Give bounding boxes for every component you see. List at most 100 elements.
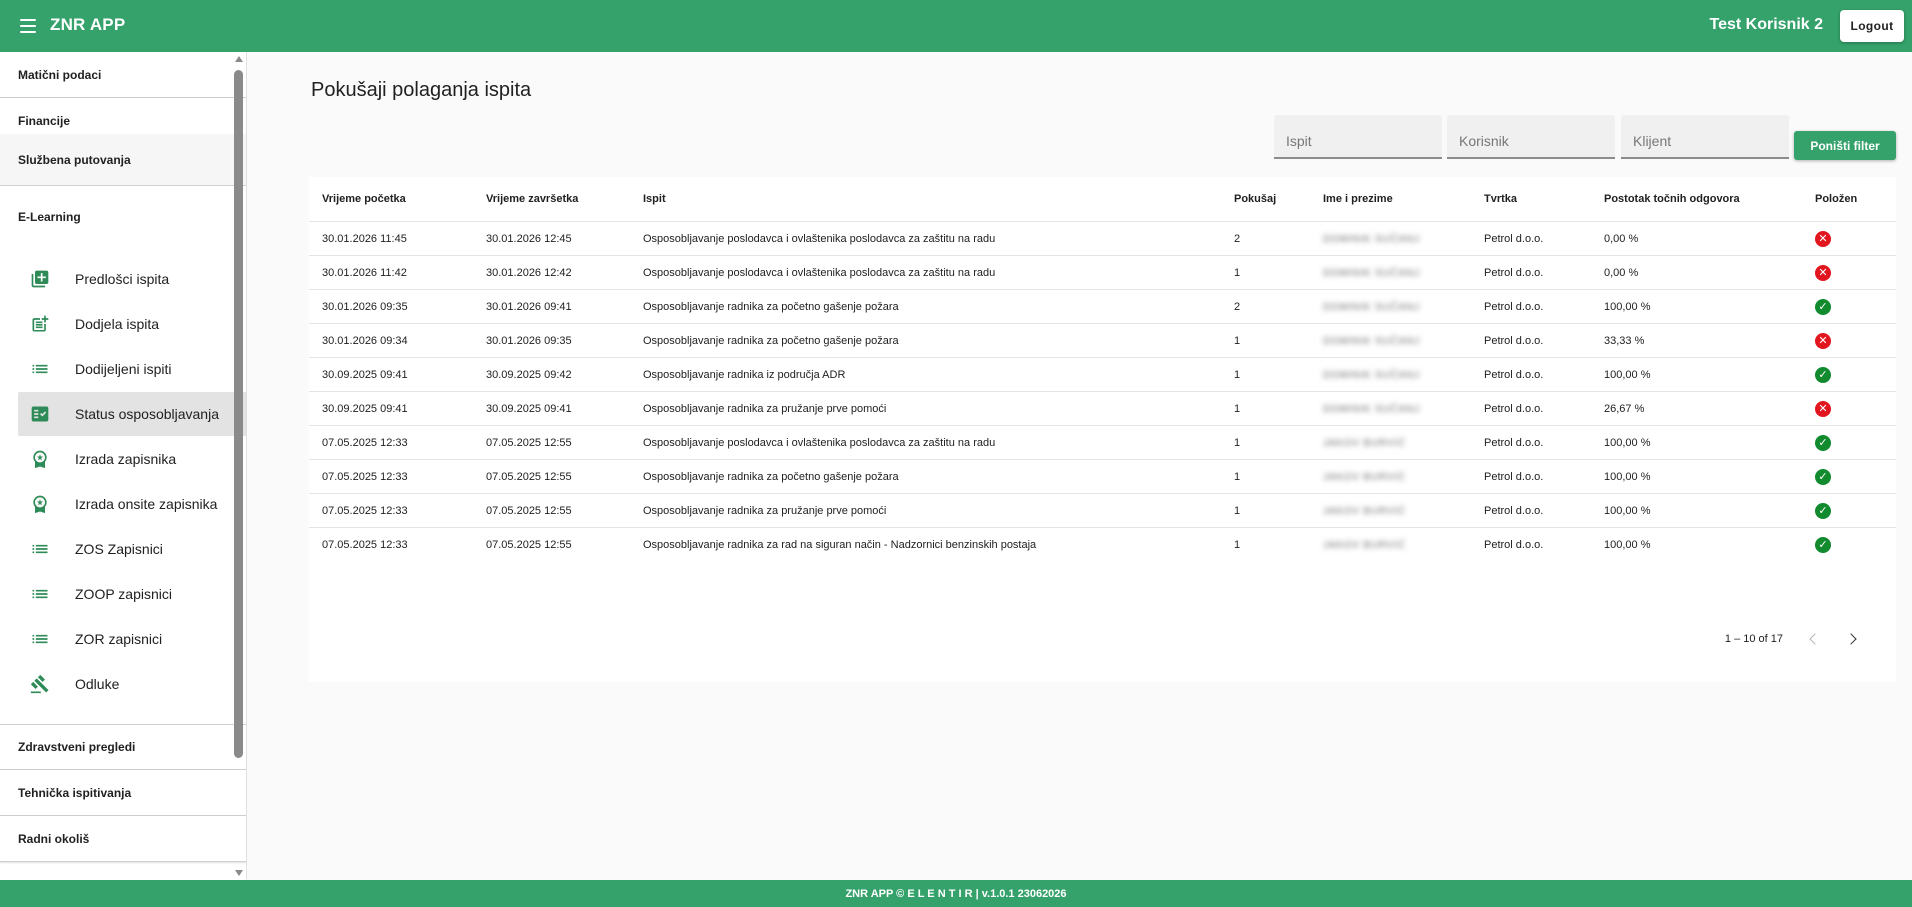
percentage-cell: 26,67 % [1604,403,1645,415]
column-header-company[interactable]: Tvrtka [1484,177,1517,221]
full-name-cell: DOMINIK SUČANJ [1323,290,1420,324]
sidebar: Matični podaci Financije Službena putova… [0,52,247,880]
sidebar-section-zdravstveni-pregledi[interactable]: Zdravstveni pregledi [0,724,246,770]
table-row[interactable]: 07.05.2025 12:33 07.05.2025 12:55 Osposobl… [309,425,1896,459]
sidebar-item-predlosci-ispita[interactable]: Predlošci ispita [18,257,246,301]
percentage-cell: 100,00 % [1604,301,1651,313]
redacted-name: JAKOV BURVIĆ [1323,539,1406,551]
passed-cell: ✕ [1815,324,1831,358]
full-name-cell: JAKOV BURVIĆ [1323,426,1406,460]
workspace-premium-icon [33,495,47,514]
table-row[interactable]: 07.05.2025 12:33 07.05.2025 12:55 Osposobl… [309,493,1896,527]
full-name-cell: DOMINIK SUČANJ [1323,392,1420,426]
sidebar-item-zoop-zapisnici[interactable]: ZOOP zapisnici [18,572,246,616]
exam-attempts-table: Vrijeme početka Vrijeme završetka Ispit … [309,177,1896,682]
check-circle-icon: ✓ [1815,299,1831,315]
sidebar-item-status-osposobljavanja[interactable]: Status osposobljavanja [18,392,246,436]
column-header-exam[interactable]: Ispit [643,177,666,221]
sidebar-section-tehnicka-ispitivanja[interactable]: Tehnička ispitivanja [0,770,246,816]
attempt-cell: 2 [1234,233,1241,245]
exam-filter-field[interactable] [1274,115,1442,159]
sidebar-item-dodijeljeni-ispiti[interactable]: Dodijeljeni ispiti [18,347,246,391]
scroll-down-arrow-icon[interactable] [235,870,243,876]
company-cell: Petrol d.o.o. [1484,233,1544,245]
start-time-cell: 07.05.2025 12:33 [322,505,408,517]
end-time-cell: 07.05.2025 12:55 [486,437,572,449]
nav-label: Dodijeljeni ispiti [75,361,172,377]
table-row[interactable]: 30.01.2026 11:42 30.01.2026 12:42 Osposobl… [309,255,1896,289]
column-header-attempt[interactable]: Pokušaj [1234,177,1276,221]
start-time-cell: 07.05.2025 12:33 [322,437,408,449]
nav-label: Odluke [75,676,120,692]
sidebar-item-zos-zapisnici[interactable]: ZOS Zapisnici [18,527,246,571]
company-cell: Petrol d.o.o. [1484,505,1544,517]
check-circle-icon: ✓ [1815,503,1831,519]
scroll-up-arrow-icon[interactable] [235,56,243,62]
section-label: E-Learning [18,210,81,224]
sidebar-item-izrada-zapisnika[interactable]: Izrada zapisnika [18,437,246,481]
user-filter-input[interactable] [1447,115,1615,157]
sidebar-item-izrada-onsite-zapisnika[interactable]: Izrada onsite zapisnika [18,482,246,526]
start-time-cell: 30.01.2026 09:34 [322,335,408,347]
sidebar-section-e-learning[interactable]: E-Learning [0,186,246,248]
column-header-start-time[interactable]: Vrijeme početka [322,177,406,221]
sidebar-item-odluke[interactable]: Odluke [18,662,246,706]
sidebar-item-dodjela-ispita[interactable]: Dodjela ispita [18,302,246,346]
exam-cell: Osposobljavanje radnika za početno gašen… [643,301,899,313]
redacted-name: DOMINIK SUČANJ [1323,403,1420,415]
column-header-end-time[interactable]: Vrijeme završetka [486,177,578,221]
section-label: Financije [18,113,71,128]
check-circle-icon: ✓ [1815,435,1831,451]
exam-cell: Osposobljavanje radnika za pružanje prve… [643,505,887,517]
table-row[interactable]: 30.09.2025 09:41 30.09.2025 09:42 Osposobl… [309,357,1896,391]
table-row[interactable]: 30.01.2026 09:35 30.01.2026 09:41 Osposobl… [309,289,1896,323]
exam-cell: Osposobljavanje poslodavca i ovlaštenika… [643,267,996,279]
nav-label: ZOOP zapisnici [75,586,172,602]
start-time-cell: 30.01.2026 11:42 [322,267,407,279]
percentage-cell: 0,00 % [1604,267,1639,279]
previous-page-icon[interactable] [1805,631,1821,647]
sidebar-scrollbar[interactable] [234,52,244,880]
redacted-name: DOMINIK SUČANJ [1323,301,1420,313]
sidebar-item-zor-zapisnici[interactable]: ZOR zapisnici [18,617,246,661]
next-page-icon[interactable] [1845,631,1861,647]
exam-cell: Osposobljavanje poslodavca i ovlaštenika… [643,437,996,449]
user-filter-field[interactable] [1447,115,1615,159]
table-row[interactable]: 07.05.2025 12:33 07.05.2025 12:55 Osposobl… [309,459,1896,493]
client-filter-field[interactable] [1621,115,1789,159]
percentage-cell: 100,00 % [1604,471,1651,483]
reset-filter-button[interactable]: Poništi filter [1794,131,1896,160]
company-cell: Petrol d.o.o. [1484,539,1544,551]
section-label: Radni okoliš [18,831,90,846]
end-time-cell: 07.05.2025 12:55 [486,539,572,551]
exam-cell: Osposobljavanje radnika iz područja ADR [643,369,846,381]
redacted-name: JAKOV BURVIĆ [1323,471,1406,483]
section-label: Matični podaci [18,67,102,82]
table-row[interactable]: 30.01.2026 09:34 30.01.2026 09:35 Osposobl… [309,323,1896,357]
logout-button[interactable]: Logout [1840,10,1904,42]
company-cell: Petrol d.o.o. [1484,335,1544,347]
attempt-cell: 1 [1234,539,1241,551]
table-row[interactable]: 07.05.2025 12:33 07.05.2025 12:55 Osposobl… [309,527,1896,561]
table-row[interactable]: 30.09.2025 09:41 30.09.2025 09:41 Osposobl… [309,391,1896,425]
list-icon [32,364,48,374]
percentage-cell: 0,00 % [1604,233,1639,245]
nav-label: Status osposobljavanja [75,406,219,422]
attempt-cell: 1 [1234,437,1241,449]
column-header-correct-percentage[interactable]: Postotak točnih odgovora [1604,177,1740,221]
exam-filter-input[interactable] [1274,115,1442,157]
end-time-cell: 30.01.2026 09:35 [486,335,572,347]
check-circle-icon: ✓ [1815,537,1831,553]
passed-cell: ✓ [1815,358,1831,392]
client-filter-input[interactable] [1621,115,1789,157]
sidebar-section-radni-okolis[interactable]: Radni okoliš [0,816,246,862]
sidebar-section-maticni-podaci[interactable]: Matični podaci [0,52,246,98]
table-row[interactable]: 30.01.2026 11:45 30.01.2026 12:45 Osposobl… [309,221,1896,255]
column-header-full-name[interactable]: Ime i prezime [1323,177,1393,221]
column-header-passed[interactable]: Položen [1815,177,1857,221]
end-time-cell: 30.01.2026 09:41 [486,301,572,313]
sidebar-section-sluzbena-putovanja[interactable]: Službena putovanja [0,134,246,186]
scrollbar-thumb[interactable] [234,70,243,758]
menu-icon[interactable] [20,14,42,38]
attempt-cell: 1 [1234,267,1241,279]
